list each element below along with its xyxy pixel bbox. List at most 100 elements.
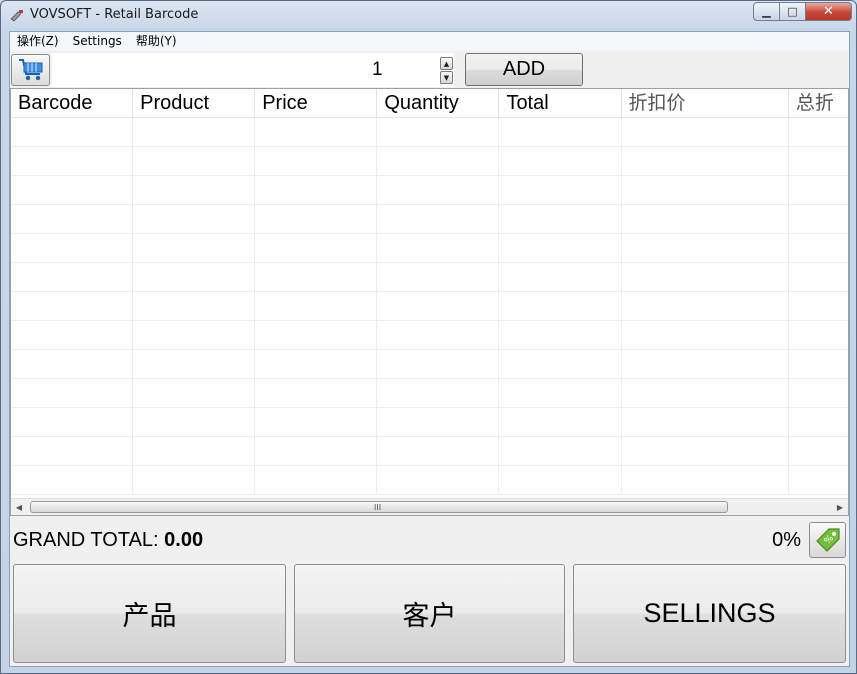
table-cell[interactable]: [499, 408, 622, 437]
table-cell[interactable]: [622, 147, 789, 176]
table-cell[interactable]: [11, 118, 134, 147]
table-cell[interactable]: [11, 350, 134, 379]
table-cell[interactable]: [622, 234, 789, 263]
table-cell[interactable]: [499, 234, 622, 263]
table-cell[interactable]: [789, 263, 848, 292]
scroll-left-icon[interactable]: ◀: [14, 502, 24, 512]
maximize-button[interactable]: □: [780, 2, 806, 21]
menu-settings[interactable]: Settings: [66, 32, 129, 51]
cart-button[interactable]: [11, 54, 50, 86]
table-cell[interactable]: [499, 437, 622, 466]
table-cell[interactable]: [377, 234, 500, 263]
table-row[interactable]: [11, 263, 848, 292]
horizontal-scrollbar[interactable]: ◀ III ▶: [11, 498, 848, 515]
table-cell[interactable]: [789, 147, 848, 176]
table-cell[interactable]: [622, 350, 789, 379]
table-cell[interactable]: [255, 234, 378, 263]
table-cell[interactable]: [133, 118, 256, 147]
table-cell[interactable]: [11, 379, 134, 408]
table-cell[interactable]: [622, 466, 789, 495]
title-bar[interactable]: VOVSOFT - Retail Barcode ▁ □ ✕: [1, 1, 856, 31]
table-cell[interactable]: [377, 118, 500, 147]
column-header-discount-price[interactable]: 折扣价: [622, 89, 789, 118]
table-cell[interactable]: [11, 234, 134, 263]
table-cell[interactable]: [789, 408, 848, 437]
quantity-up-button[interactable]: ▲: [440, 57, 453, 70]
table-cell[interactable]: [133, 234, 256, 263]
table-cell[interactable]: [255, 263, 378, 292]
table-cell[interactable]: [255, 205, 378, 234]
table-cell[interactable]: [255, 466, 378, 495]
table-cell[interactable]: [133, 321, 256, 350]
table-cell[interactable]: [255, 118, 378, 147]
table-row[interactable]: [11, 234, 848, 263]
table-cell[interactable]: [377, 263, 500, 292]
table-cell[interactable]: [499, 147, 622, 176]
table-cell[interactable]: [622, 408, 789, 437]
table-cell[interactable]: [133, 437, 256, 466]
table-cell[interactable]: [11, 437, 134, 466]
quantity-value[interactable]: 1: [372, 59, 383, 81]
table-row[interactable]: [11, 205, 848, 234]
table-cell[interactable]: [789, 350, 848, 379]
table-cell[interactable]: [11, 292, 134, 321]
table-cell[interactable]: [133, 379, 256, 408]
table-row[interactable]: [11, 321, 848, 350]
table-cell[interactable]: [499, 292, 622, 321]
table-cell[interactable]: [499, 176, 622, 205]
table-row[interactable]: [11, 437, 848, 466]
close-button[interactable]: ✕: [806, 2, 852, 21]
table-cell[interactable]: [255, 147, 378, 176]
scrollbar-thumb[interactable]: III: [30, 501, 728, 513]
column-header-total-discount[interactable]: 总折: [789, 89, 848, 118]
table-cell[interactable]: [377, 379, 500, 408]
table-cell[interactable]: [133, 292, 256, 321]
products-button[interactable]: 产品: [13, 564, 286, 663]
table-cell[interactable]: [11, 321, 134, 350]
table-cell[interactable]: [622, 292, 789, 321]
table-cell[interactable]: [11, 466, 134, 495]
table-cell[interactable]: [499, 263, 622, 292]
menu-help[interactable]: 帮助(Y): [129, 32, 184, 51]
discount-button[interactable]: %: [809, 522, 846, 558]
sellings-button[interactable]: SELLINGS: [573, 564, 846, 663]
table-cell[interactable]: [255, 321, 378, 350]
table-cell[interactable]: [789, 234, 848, 263]
table-cell[interactable]: [789, 321, 848, 350]
table-cell[interactable]: [255, 408, 378, 437]
table-row[interactable]: [11, 350, 848, 379]
table-cell[interactable]: [499, 118, 622, 147]
table-cell[interactable]: [499, 466, 622, 495]
table-cell[interactable]: [255, 379, 378, 408]
table-cell[interactable]: [622, 379, 789, 408]
table-cell[interactable]: [377, 321, 500, 350]
quantity-stepper[interactable]: 1 ▲ ▼: [366, 53, 454, 87]
table-cell[interactable]: [11, 147, 134, 176]
table-cell[interactable]: [377, 437, 500, 466]
table-cell[interactable]: [622, 176, 789, 205]
barcode-input[interactable]: [52, 53, 366, 87]
table-cell[interactable]: [133, 408, 256, 437]
table-row[interactable]: [11, 379, 848, 408]
table-cell[interactable]: [133, 176, 256, 205]
scroll-right-icon[interactable]: ▶: [835, 502, 845, 512]
table-cell[interactable]: [789, 379, 848, 408]
table-row[interactable]: [11, 176, 848, 205]
table-cell[interactable]: [622, 437, 789, 466]
table-cell[interactable]: [499, 350, 622, 379]
sales-grid[interactable]: Barcode Product Price Quantity Total 折扣价…: [10, 88, 849, 516]
table-row[interactable]: [11, 147, 848, 176]
column-header-total[interactable]: Total: [499, 89, 622, 118]
table-cell[interactable]: [499, 379, 622, 408]
table-row[interactable]: [11, 118, 848, 147]
add-button[interactable]: ADD: [465, 53, 583, 86]
table-cell[interactable]: [377, 350, 500, 379]
table-cell[interactable]: [377, 292, 500, 321]
table-cell[interactable]: [789, 466, 848, 495]
table-cell[interactable]: [133, 466, 256, 495]
table-cell[interactable]: [133, 147, 256, 176]
quantity-down-button[interactable]: ▼: [440, 71, 453, 84]
table-cell[interactable]: [622, 118, 789, 147]
table-cell[interactable]: [255, 437, 378, 466]
table-cell[interactable]: [789, 176, 848, 205]
